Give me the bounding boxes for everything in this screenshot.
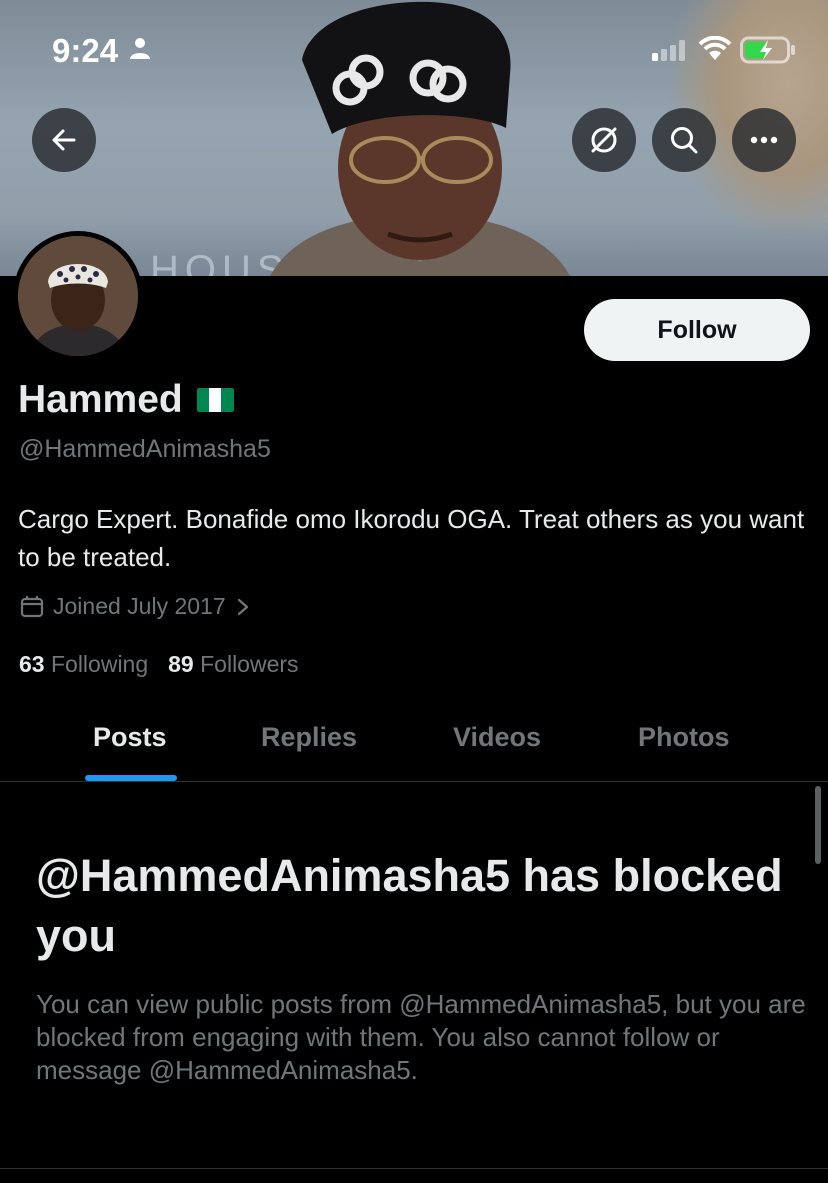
blocked-description: You can view public posts from @HammedAn… <box>36 989 806 1085</box>
follow-button[interactable]: Follow <box>584 299 810 361</box>
status-bar: 9:24 <box>0 0 828 100</box>
profile-name: Hammed <box>18 378 183 421</box>
search-button[interactable] <box>652 108 716 172</box>
search-icon <box>671 127 698 154</box>
cellular-signal-icon <box>652 40 685 61</box>
tab-replies[interactable]: Replies <box>261 722 357 753</box>
following-label: Following <box>50 651 149 677</box>
scrollbar[interactable] <box>815 786 821 864</box>
more-icon <box>750 136 778 144</box>
arrow-left-icon <box>52 129 76 151</box>
nigeria-flag-icon <box>196 388 234 412</box>
person-status-icon <box>130 38 150 59</box>
followers-stat[interactable]: 89 Followers <box>168 651 298 678</box>
tab-photos[interactable]: Photos <box>638 722 730 753</box>
profile-handle: @HammedAnimasha5 <box>19 435 271 463</box>
translate-icon <box>591 127 617 153</box>
avatar-portrait <box>18 236 138 356</box>
profile-name-row: Hammed <box>18 378 234 422</box>
joined-date: Joined July 2017 <box>53 593 226 619</box>
tab-videos[interactable]: Videos <box>453 722 541 753</box>
avatar[interactable] <box>13 231 143 361</box>
follow-stats: 63 Following 89 Followers <box>19 651 319 678</box>
following-stat[interactable]: 63 Following <box>19 651 148 678</box>
battery-icon <box>740 36 795 64</box>
tab-posts[interactable]: Posts <box>93 722 167 753</box>
followers-label: Followers <box>200 651 299 677</box>
chevron-right-icon <box>237 598 248 615</box>
calendar-icon <box>20 595 44 617</box>
translate-button[interactable] <box>572 108 636 172</box>
profile-tabs: Posts Replies Videos Photos <box>0 706 828 782</box>
following-count: 63 <box>19 651 45 677</box>
bottom-divider <box>0 1168 828 1169</box>
avatar-image <box>18 236 138 356</box>
back-button[interactable] <box>32 108 96 172</box>
more-options-button[interactable] <box>732 108 796 172</box>
wifi-icon <box>698 36 732 60</box>
status-time: 9:24 <box>52 32 119 69</box>
blocked-title: @HammedAnimasha5 has blocked you <box>36 850 783 961</box>
joined-date-row[interactable]: Joined July 2017 <box>19 593 250 620</box>
active-tab-indicator <box>85 775 177 781</box>
followers-count: 89 <box>168 651 194 677</box>
profile-bio: Cargo Expert. Bonafide omo Ikorodu OGA. … <box>18 504 805 572</box>
